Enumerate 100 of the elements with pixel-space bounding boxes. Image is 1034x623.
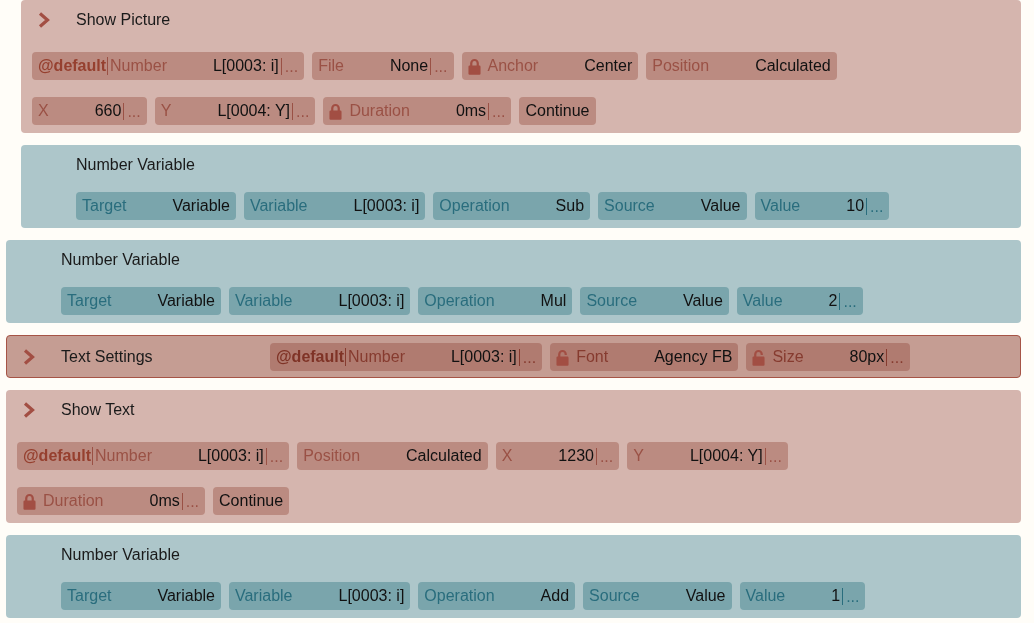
parameter-label: Source: [604, 196, 655, 216]
parameter-field[interactable]: Source Value: [580, 287, 729, 315]
parameter-field[interactable]: Anchor Center: [461, 52, 639, 80]
parameter-label: File: [318, 56, 344, 76]
parameter-value: Calculated: [406, 446, 482, 466]
parameter-field[interactable]: Target Variable: [61, 582, 221, 610]
parameter-label: Number: [348, 347, 405, 367]
parameter-value: Center: [584, 56, 633, 76]
parameter-value: Agency FB: [654, 347, 733, 367]
command-block[interactable]: Show Picture @default Number L[0003: i] ... File None ... Anchor Center Position Calculated X 660 ... Y L[0004: Y] ... Duration 0ms ... Continue: [21, 0, 1021, 133]
parameter-label: Target: [67, 291, 112, 311]
parameter-field[interactable]: Source Value: [583, 582, 732, 610]
parameter-field[interactable]: Y L[0004: Y] ...: [154, 97, 316, 125]
command-block[interactable]: Show Text @default Number L[0003: i] ... Position Calculated X 1230 ... Y L[0004: Y] ... Duration 0ms ... Continue: [6, 390, 1021, 523]
parameter-value: L[0003: i]: [197, 446, 264, 466]
parameter-value: L[0004: Y]: [217, 101, 291, 121]
parameter-label: Size: [772, 347, 804, 367]
tag-label: @default: [23, 447, 94, 465]
parameter-field[interactable]: Target Variable: [61, 287, 221, 315]
parameter-value: L[0003: i]: [353, 196, 420, 216]
parameter-field[interactable]: Operation Add: [418, 582, 576, 610]
parameter-value: 2: [828, 291, 838, 311]
parameter-value: Mul: [540, 291, 567, 311]
command-block[interactable]: Text Settings @default Number L[0003: i] ... Font Agency FB Size 80px ...: [6, 335, 1021, 378]
parameter-value: Value: [700, 196, 741, 216]
parameter-label: Y: [633, 446, 644, 466]
parameter-label: Position: [652, 56, 710, 76]
chevron-icon[interactable]: [23, 349, 35, 365]
parameter-value: L[0003: i]: [338, 586, 405, 606]
parameter-value: L[0004: Y]: [689, 446, 763, 466]
parameter-label: Variable: [235, 586, 293, 606]
parameter-label: Operation: [424, 586, 495, 606]
parameter-value: L[0003: i]: [338, 291, 405, 311]
parameter-value: Sub: [555, 196, 585, 216]
parameter-label: Number: [110, 56, 167, 76]
parameter-label: Position: [303, 446, 361, 466]
parameter-label: Source: [589, 586, 640, 606]
parameter-label: Value: [742, 291, 783, 311]
parameter-value: 0ms: [149, 491, 180, 511]
parameter-field[interactable]: Value 1 ...: [739, 582, 866, 610]
parameter-label: Y: [160, 101, 172, 121]
parameter-field[interactable]: Position Calculated: [297, 442, 488, 470]
command-block[interactable]: Number Variable Target Variable Variable L[0003: i] Operation Sub Source Value Value 10 ...: [21, 145, 1021, 228]
parameter-label: Operation: [439, 196, 510, 216]
parameter-field[interactable]: Value 10 ...: [754, 192, 890, 220]
parameter-label: Target: [67, 586, 112, 606]
parameter-label: Anchor: [487, 56, 539, 76]
command-title: Number Variable: [61, 545, 180, 565]
tag-label: @default: [38, 57, 109, 75]
parameter-label: Font: [576, 347, 609, 367]
parameter-field[interactable]: Source Value: [598, 192, 747, 220]
command-title: Show Picture: [76, 10, 171, 30]
parameter-field[interactable]: Font Agency FB: [550, 343, 739, 371]
parameter-label: Value: [760, 196, 801, 216]
parameter-field[interactable]: Size 80px ...: [746, 343, 910, 371]
parameter-field[interactable]: Variable L[0003: i]: [229, 582, 411, 610]
option-button[interactable]: Continue: [519, 97, 596, 125]
command-title: Show Text: [61, 400, 135, 420]
parameter-label: Duration: [349, 101, 410, 121]
parameter-label: Target: [82, 196, 127, 216]
command-title: Number Variable: [61, 250, 180, 270]
parameter-field[interactable]: @default Number L[0003: i] ...: [32, 52, 305, 80]
parameter-field[interactable]: Operation Mul: [418, 287, 573, 315]
parameter-field[interactable]: Value 2 ...: [736, 287, 863, 315]
parameter-field[interactable]: Target Variable: [76, 192, 236, 220]
parameter-label: Value: [745, 586, 786, 606]
parameter-field[interactable]: X 1230 ...: [495, 442, 620, 470]
parameter-value: 80px: [849, 347, 885, 367]
parameter-field[interactable]: Operation Sub: [433, 192, 591, 220]
command-block[interactable]: Number Variable Target Variable Variable L[0003: i] Operation Mul Source Value Value 2 ...: [6, 240, 1021, 323]
parameter-value: Value: [683, 291, 723, 311]
tag-label: @default: [276, 348, 347, 366]
parameter-value: Variable: [172, 196, 230, 216]
parameter-label: Duration: [43, 491, 104, 511]
parameter-label: Variable: [250, 196, 308, 216]
chevron-icon[interactable]: [23, 402, 35, 418]
chevron-icon[interactable]: [38, 12, 50, 28]
command-title: Text Settings: [61, 347, 153, 367]
parameter-value: 0ms: [455, 101, 487, 121]
parameter-field[interactable]: Variable L[0003: i]: [229, 287, 411, 315]
parameter-field[interactable]: Position Calculated: [646, 52, 837, 80]
parameter-value: L[0003: i]: [450, 347, 517, 367]
parameter-field[interactable]: Y L[0004: Y] ...: [627, 442, 788, 470]
parameter-field[interactable]: Duration 0ms ...: [17, 487, 206, 515]
parameter-field[interactable]: Variable L[0003: i]: [244, 192, 426, 220]
parameter-field[interactable]: @default Number L[0003: i] ...: [17, 442, 290, 470]
parameter-field[interactable]: Duration 0ms ...: [323, 97, 512, 125]
command-block[interactable]: Number Variable Target Variable Variable L[0003: i] Operation Add Source Value Value 1 ...: [6, 535, 1021, 618]
parameter-value: L[0003: i]: [212, 56, 279, 76]
parameter-label: Variable: [235, 291, 293, 311]
parameter-value: 660: [94, 101, 122, 121]
parameter-label: Source: [586, 291, 638, 311]
parameter-value: Variable: [157, 291, 215, 311]
option-button[interactable]: Continue: [213, 487, 290, 515]
parameter-field[interactable]: @default Number L[0003: i] ...: [270, 343, 543, 371]
parameter-field[interactable]: File None ...: [312, 52, 454, 80]
parameter-value: 1230: [558, 446, 594, 466]
parameter-value: Calculated: [755, 56, 831, 76]
parameter-field[interactable]: X 660 ...: [32, 97, 147, 125]
parameter-value: Value: [685, 586, 726, 606]
